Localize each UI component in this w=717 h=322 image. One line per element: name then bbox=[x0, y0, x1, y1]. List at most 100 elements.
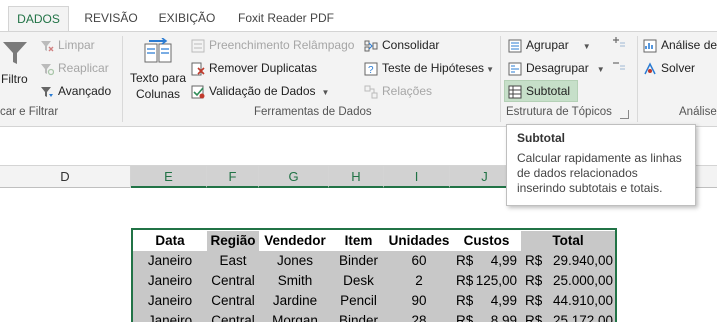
desagrupar-button[interactable]: Desagrupar ▼ bbox=[508, 59, 605, 79]
group-label-classificar-filtrar: car e Filtrar bbox=[0, 106, 59, 118]
filtro-button[interactable]: Filtro bbox=[1, 70, 28, 88]
table-row[interactable]: Janeiro East Jones Binder 60 R$ 4,99 R$ … bbox=[133, 251, 615, 271]
agrupar-button[interactable]: Agrupar ▼ bbox=[508, 36, 591, 56]
cell-custos-currency: R$ bbox=[456, 253, 474, 268]
header-regiao[interactable]: Região bbox=[207, 231, 259, 251]
cell-unidades[interactable]: 60 bbox=[386, 251, 452, 271]
cell-custos[interactable]: 125,00 bbox=[473, 271, 517, 291]
cell-total[interactable]: 44.910,00 bbox=[543, 291, 613, 311]
analise-de-dados-button[interactable]: Análise de bbox=[643, 36, 717, 54]
cell-vendedor[interactable]: Morgan bbox=[259, 311, 331, 322]
avancado-label: Avançado bbox=[58, 84, 112, 98]
group-label-ferramentas-de-dados: Ferramentas de Dados bbox=[254, 106, 372, 118]
cell-regiao[interactable]: East bbox=[207, 251, 259, 271]
texto-para-colunas-button[interactable]: Texto para Colunas bbox=[129, 70, 187, 102]
table-row[interactable]: Janeiro Central Smith Desk 2 R$ 125,00 R… bbox=[133, 271, 615, 291]
remover-duplicatas-button[interactable]: Remover Duplicatas bbox=[191, 59, 317, 77]
relacoes-label: Relações bbox=[382, 84, 433, 98]
show-detail-icon[interactable] bbox=[612, 37, 626, 49]
teste-de-hipoteses-button[interactable]: ? Teste de Hipóteses ▼ bbox=[364, 59, 494, 79]
what-if-analysis-icon: ? bbox=[364, 62, 378, 76]
header-unidades[interactable]: Unidades bbox=[386, 231, 452, 251]
solver-label: Solver bbox=[661, 61, 696, 75]
cell-total[interactable]: 25.172,00 bbox=[543, 311, 613, 322]
ungroup-icon bbox=[508, 62, 522, 76]
cell-vendedor[interactable]: Jardine bbox=[259, 291, 331, 311]
cell-vendedor[interactable]: Jones bbox=[259, 251, 331, 271]
cell-regiao[interactable]: Central bbox=[207, 271, 259, 291]
table-header-row: Data Região Vendedor Item Unidades Custo… bbox=[133, 231, 615, 251]
relacoes-button[interactable]: Relações bbox=[364, 82, 432, 100]
header-custos[interactable]: Custos bbox=[452, 231, 521, 251]
cell-unidades[interactable]: 90 bbox=[386, 291, 452, 311]
cell-item[interactable]: Desk bbox=[331, 271, 386, 291]
data-validation-icon bbox=[191, 85, 205, 99]
agrupar-dropdown-icon[interactable]: ▼ bbox=[583, 42, 591, 51]
cell-custos[interactable]: 4,99 bbox=[473, 251, 517, 271]
cell-unidades[interactable]: 2 bbox=[386, 271, 452, 291]
filter-funnel-icon bbox=[3, 42, 27, 64]
tab-dados[interactable]: DADOS bbox=[8, 6, 69, 32]
column-header-h[interactable]: H bbox=[329, 166, 384, 188]
cell-item[interactable]: Binder bbox=[331, 251, 386, 271]
teste-dropdown-icon[interactable]: ▼ bbox=[486, 65, 494, 74]
cell-custos[interactable]: 8,99 bbox=[473, 311, 517, 322]
limpar-button[interactable]: Limpar bbox=[40, 36, 95, 54]
column-header-f[interactable]: F bbox=[207, 166, 259, 188]
column-header-e[interactable]: E bbox=[131, 166, 207, 188]
tooltip-title: Subtotal bbox=[517, 131, 565, 145]
validacao-de-dados-button[interactable]: Validação de Dados ▼ bbox=[191, 82, 329, 102]
agrupar-label: Agrupar bbox=[526, 38, 569, 52]
cell-data[interactable]: Janeiro bbox=[133, 311, 207, 322]
cell-unidades[interactable]: 28 bbox=[386, 311, 452, 322]
consolidar-button[interactable]: Consolidar bbox=[364, 36, 439, 54]
table-row[interactable]: Janeiro Central Morgan Binder 28 R$ 8,99… bbox=[133, 311, 615, 322]
tab-revisao[interactable]: REVISÃO bbox=[80, 6, 142, 32]
cell-total-currency: R$ bbox=[525, 253, 543, 268]
data-analysis-icon bbox=[643, 39, 657, 53]
cell-total-currency: R$ bbox=[525, 273, 543, 288]
header-data[interactable]: Data bbox=[133, 231, 207, 251]
table-row[interactable]: Janeiro Central Jardine Pencil 90 R$ 4,9… bbox=[133, 291, 615, 311]
header-total[interactable]: Total bbox=[521, 231, 615, 251]
cell-data[interactable]: Janeiro bbox=[133, 251, 207, 271]
cell-item[interactable]: Binder bbox=[331, 311, 386, 322]
avancado-button[interactable]: Avançado bbox=[40, 82, 111, 100]
cell-item[interactable]: Pencil bbox=[331, 291, 386, 311]
cell-data[interactable]: Janeiro bbox=[133, 291, 207, 311]
cell-regiao[interactable]: Central bbox=[207, 311, 259, 322]
reaplicar-label: Reaplicar bbox=[58, 61, 109, 75]
header-item[interactable]: Item bbox=[331, 231, 386, 251]
cell-custos[interactable]: 4,99 bbox=[473, 291, 517, 311]
data-table[interactable]: Data Região Vendedor Item Unidades Custo… bbox=[131, 228, 617, 322]
cell-regiao[interactable]: Central bbox=[207, 291, 259, 311]
svg-text:?: ? bbox=[368, 65, 374, 76]
hide-detail-icon[interactable] bbox=[612, 60, 626, 72]
tooltip-body: Calcular rapidamente as linhas de dados … bbox=[517, 151, 682, 195]
cell-total[interactable]: 29.940,00 bbox=[543, 251, 613, 271]
validacao-dropdown-icon[interactable]: ▼ bbox=[322, 88, 330, 97]
cell-vendedor[interactable]: Smith bbox=[259, 271, 331, 291]
header-vendedor[interactable]: Vendedor bbox=[259, 231, 331, 251]
tab-exibicao[interactable]: EXIBIÇÃO bbox=[154, 6, 220, 32]
tab-foxit-reader-pdf[interactable]: Foxit Reader PDF bbox=[230, 6, 342, 32]
preenchimento-relampago-button[interactable]: Preenchimento Relâmpago bbox=[191, 36, 354, 54]
desagrupar-label: Desagrupar bbox=[526, 61, 589, 75]
subtotal-button[interactable]: Subtotal bbox=[508, 82, 570, 100]
solver-button[interactable]: Solver bbox=[643, 59, 695, 77]
column-header-i[interactable]: I bbox=[384, 166, 450, 188]
preenchimento-label: Preenchimento Relâmpago bbox=[209, 38, 355, 52]
ribbon-tabs: DADOS REVISÃO EXIBIÇÃO Foxit Reader PDF bbox=[0, 0, 717, 32]
separator bbox=[122, 36, 123, 122]
cell-custos-currency: R$ bbox=[456, 293, 474, 308]
column-header-d[interactable]: D bbox=[0, 166, 131, 188]
consolidar-label: Consolidar bbox=[382, 38, 440, 52]
analise-label: Análise de bbox=[661, 38, 717, 52]
reaplicar-button[interactable]: Reaplicar bbox=[40, 59, 109, 77]
cell-data[interactable]: Janeiro bbox=[133, 271, 207, 291]
dialog-launcher-icon[interactable] bbox=[620, 110, 629, 119]
cell-total[interactable]: 25.000,00 bbox=[543, 271, 613, 291]
texto-para-colunas-label-2: Colunas bbox=[135, 87, 181, 101]
column-header-g[interactable]: G bbox=[259, 166, 329, 188]
desagrupar-dropdown-icon[interactable]: ▼ bbox=[597, 65, 605, 74]
